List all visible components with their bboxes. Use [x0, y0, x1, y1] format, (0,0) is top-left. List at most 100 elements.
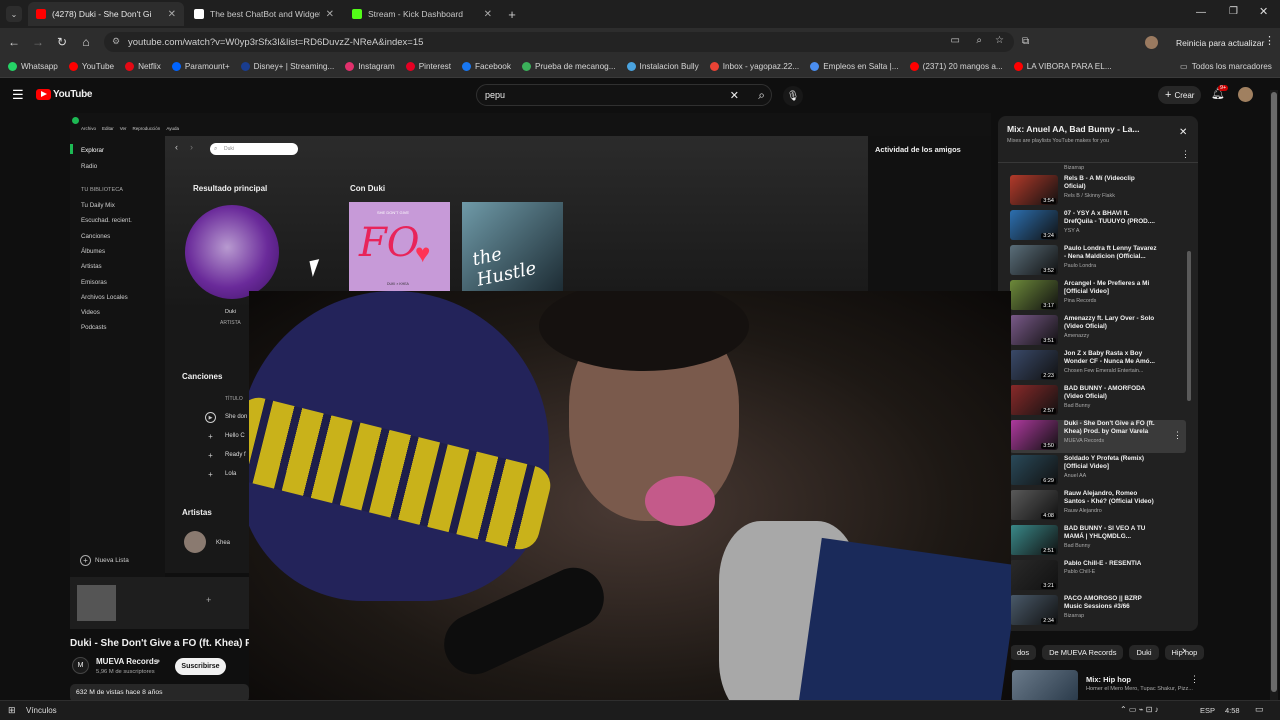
chip[interactable]: Duki [1129, 644, 1159, 660]
playlist-item[interactable]: 3:50 Duki - She Don't Give a FO (ft. Khea… [1010, 420, 1186, 453]
chip[interactable]: De MUEVA Records [1042, 644, 1124, 660]
top-result-artist-image[interactable] [185, 205, 279, 299]
song-title[interactable]: Hello C [225, 433, 245, 439]
playlist-item[interactable]: 3:21 Pablo Chill-E - RESENTIA Pablo Chill-… [1010, 560, 1186, 593]
play-icon[interactable]: ▶ [205, 412, 216, 423]
notifications-icon[interactable]: ▭ [1255, 704, 1264, 715]
next-mix-title[interactable]: Mix: Hip hop [1086, 675, 1131, 684]
song-title[interactable]: Lola [225, 471, 236, 477]
playlist-item[interactable]: 4:08 Rauw Alejandro, Romeo Santos - Khé? … [1010, 490, 1186, 523]
bookmark-item[interactable]: LA VIBORA PARA EL... [1013, 62, 1112, 71]
address-bar[interactable]: ⚙ youtube.com/watch?v=W0yp3rSfx3I&list=R… [104, 32, 1014, 52]
mic-icon[interactable]: 🎙︎ [783, 86, 803, 106]
spotify-library-item[interactable]: Álbumes [81, 248, 105, 255]
scrollbar-thumb[interactable] [1271, 92, 1277, 692]
album-cover-the-hustle[interactable]: the Hustle [462, 202, 563, 291]
spotify-menu-item[interactable]: Ver [120, 126, 127, 131]
kebab-icon[interactable]: ⋮ [1190, 674, 1199, 685]
channel-name[interactable]: MUEVA Records [96, 657, 158, 666]
close-icon[interactable]: ✕ [1179, 127, 1187, 138]
minimize-button[interactable]: — [1196, 7, 1206, 18]
new-list-button[interactable]: + Nueva Lista [80, 555, 129, 566]
all-bookmarks[interactable]: ▭ Todos los marcadores [1180, 61, 1272, 71]
plus-icon[interactable]: + [205, 469, 216, 480]
cast-icon[interactable]: ▭ [951, 35, 960, 46]
song-title[interactable]: She don [225, 414, 247, 420]
reload-icon[interactable]: ↻ [52, 32, 72, 52]
browser-tab[interactable]: Stream - Kick Dashboard ✕ [344, 2, 500, 26]
tab-search-button[interactable]: ⌄ [6, 6, 22, 22]
playlist-item[interactable]: 3:17 Arcangel - Me Prefieres a Mi [Offici… [1010, 280, 1186, 313]
spotify-library-item[interactable]: Canciones [81, 233, 110, 240]
playlist-item[interactable]: 6:29 Soldado Y Profeta (Remix) [Official … [1010, 455, 1186, 488]
youtube-logo[interactable]: YouTube [36, 89, 93, 100]
spotify-menu-item[interactable]: Reproducción [133, 126, 161, 131]
bookmark-star-icon[interactable]: ☆ [995, 35, 1004, 46]
extensions-icon[interactable]: ⧉ [1022, 36, 1029, 47]
bookmark-item[interactable]: Netflix [125, 62, 161, 71]
spotify-library-item[interactable]: Emisoras [81, 279, 107, 286]
spotify-library-item[interactable]: Escuchad. recient. [81, 217, 132, 224]
home-icon[interactable]: ⌂ [76, 32, 96, 52]
subscribe-button[interactable]: Suscribirse [175, 658, 226, 675]
windows-start-icon[interactable]: ⊞ [8, 705, 16, 716]
spotify-library-item[interactable]: Videos [81, 309, 100, 316]
bookmark-item[interactable]: Facebook [462, 62, 511, 71]
playlist-item-thumbnail[interactable]: 3:52 [1010, 245, 1058, 275]
page-scrollbar[interactable] [1270, 90, 1278, 700]
kebab-icon[interactable]: ⋮ [1181, 149, 1190, 160]
playlist-item[interactable]: 3:24 07 - YSY A x BHAVI ft. DrefQuila - T… [1010, 210, 1186, 243]
spotify-menu-item[interactable]: Ayuda [166, 126, 179, 131]
spotify-library-item[interactable]: Archivos Locales [81, 294, 128, 301]
playlist-item-thumbnail[interactable]: 3:54 [1010, 175, 1058, 205]
zoom-icon[interactable]: ⌕ [976, 35, 982, 46]
bookmark-item[interactable]: Paramount+ [171, 62, 230, 71]
playlist-item-thumbnail[interactable]: 2:51 [1010, 525, 1058, 555]
maximize-button[interactable]: ❐ [1229, 6, 1238, 17]
back-icon[interactable]: ← [4, 32, 24, 52]
spotify-nav-explore[interactable]: Explorar [81, 147, 104, 154]
spotify-menu-item[interactable]: Archivo [81, 126, 96, 131]
search-input[interactable]: pepu ✕ ⌕ [476, 84, 772, 106]
back-icon[interactable]: ‹ [175, 142, 178, 152]
top-result-name[interactable]: Duki [225, 309, 236, 315]
bookmark-item[interactable]: Whatsapp [8, 62, 58, 71]
playlist-item-thumbnail[interactable]: 3:50 [1010, 420, 1058, 450]
close-icon[interactable]: ✕ [730, 89, 739, 102]
playlist-item-thumbnail[interactable]: 3:21 [1010, 560, 1058, 590]
playlist-item[interactable]: 3:52 Paulo Londra ft Lenny Tavarez - Nena… [1010, 245, 1186, 278]
channel-avatar[interactable]: M [72, 657, 89, 674]
album-cover-she-dont-give[interactable]: SHE DON'T GIVE FO ♥ DUKI × KHEA [349, 202, 450, 291]
spotify-search-input[interactable]: ⌕ Duki [210, 143, 298, 155]
spotify-nav-radio[interactable]: Radio [81, 163, 97, 170]
browser-tab[interactable]: (4278) Duki - She Don't Gi ✕ [28, 2, 184, 26]
spotify-library-item[interactable]: Artistas [81, 263, 102, 270]
playlist-item-thumbnail[interactable]: 2:34 [1010, 595, 1058, 625]
bookmark-item[interactable]: Instalacion Bully [626, 62, 699, 71]
plus-icon[interactable]: + [205, 450, 216, 461]
site-info-icon[interactable]: ⚙ [112, 36, 120, 47]
bookmark-item[interactable]: Empleos en Salta |... [810, 62, 899, 71]
playlist-item-thumbnail[interactable]: 3:17 [1010, 280, 1058, 310]
spotify-menu-item[interactable]: Editar [102, 126, 114, 131]
bookmark-item[interactable]: Pinterest [405, 62, 451, 71]
bookmark-item[interactable]: (2371) 20 mangos a... [909, 62, 1003, 71]
song-title[interactable]: Ready f [225, 452, 246, 458]
close-window-button[interactable]: ✕ [1259, 5, 1268, 18]
playlist-title[interactable]: Mix: Anuel AA, Bad Bunny - La... [1007, 124, 1140, 134]
bookmark-item[interactable]: Instagram [345, 62, 395, 71]
playlist-item[interactable]: 2:34 PACO AMOROSO || BZRP Music Sessions … [1010, 595, 1186, 628]
spotify-library-item[interactable]: Podcasts [81, 324, 106, 331]
menu-icon[interactable]: ☰ [12, 87, 24, 103]
search-icon[interactable]: ⌕ [758, 88, 765, 103]
plus-icon[interactable]: + [205, 431, 216, 442]
browser-tab[interactable]: The best ChatBot and Widgets ✕ [186, 2, 342, 26]
account-avatar[interactable] [1238, 87, 1253, 102]
close-tab-icon[interactable]: ✕ [168, 9, 176, 20]
bookmark-item[interactable]: Prueba de mecanog... [521, 62, 616, 71]
taskbar-tray-icons[interactable]: ⌃ ▭ ⌁ ⊡ ♪ [1120, 705, 1159, 714]
playlist-item[interactable]: 3:54 Rels B - A Mí (Videoclip Oficial) Rel… [1010, 175, 1186, 208]
new-tab-button[interactable]: + [504, 6, 520, 22]
playlist-item-thumbnail[interactable]: 2:57 [1010, 385, 1058, 415]
taskbar-links[interactable]: Vínculos [26, 706, 57, 715]
